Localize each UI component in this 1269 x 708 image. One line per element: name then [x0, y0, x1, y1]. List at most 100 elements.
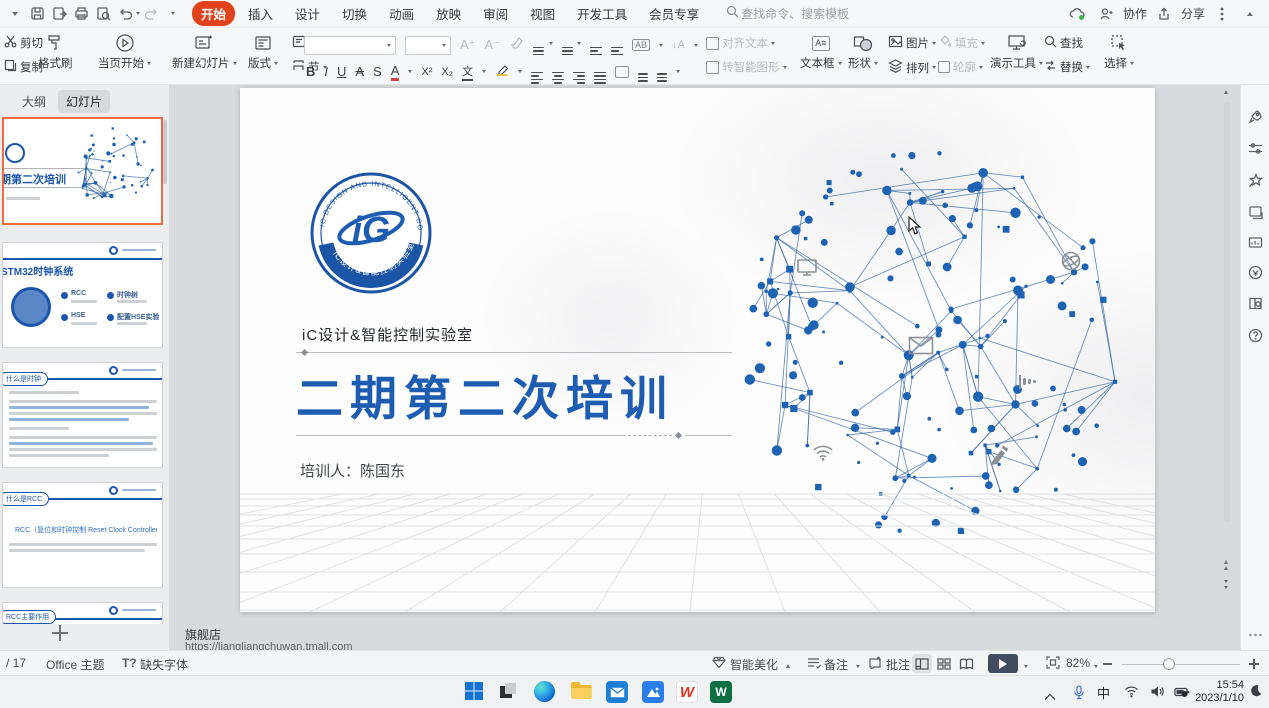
wps-app-icon[interactable]: W — [676, 681, 699, 704]
lab-logo[interactable]: IC DESIGN AND INTELLIGENT CONTROL LAB iC… — [308, 170, 434, 296]
line-spacing-icon[interactable] — [638, 62, 648, 82]
tab-design[interactable]: 设计 — [286, 1, 329, 26]
customize-toolbar-icon[interactable] — [162, 3, 184, 25]
slide-thumbnail-1[interactable]: 期第二次培训 — [2, 117, 163, 225]
clear-format-icon[interactable] — [509, 36, 524, 54]
notes-label[interactable]: 备注 — [824, 656, 848, 673]
command-search[interactable] — [726, 5, 911, 23]
align-right-icon[interactable] — [573, 60, 585, 84]
italic-button[interactable]: I — [324, 64, 328, 79]
subscript-button[interactable]: X₂ — [441, 66, 453, 78]
search-input[interactable] — [739, 6, 899, 22]
resource-card-icon[interactable] — [1248, 235, 1264, 251]
properties-sliders-icon[interactable] — [1248, 141, 1264, 157]
slide-presenter[interactable]: 培训人：陈国东 — [300, 460, 405, 481]
find-button[interactable]: 查找 — [1044, 35, 1083, 51]
phonetic-guide-button[interactable]: 文 — [462, 63, 473, 81]
shop-url[interactable]: https://liangliangchuwan.tmall.com — [185, 641, 485, 650]
night-mode-icon[interactable] — [1249, 684, 1262, 702]
slide-subtitle[interactable]: iC设计&智能控制实验室 — [302, 324, 473, 345]
comment-icon[interactable] — [868, 656, 882, 672]
new-slide-button[interactable]: 新建幻灯片 — [172, 33, 237, 71]
layout-panel-icon[interactable] — [1248, 205, 1264, 221]
strikethrough-button[interactable]: A — [355, 64, 364, 79]
play-from-current-button[interactable]: 当页开始 — [98, 33, 151, 71]
normal-view-button[interactable] — [912, 654, 932, 673]
tab-devtools[interactable]: 开发工具 — [568, 1, 636, 26]
font-family-select[interactable] — [304, 36, 396, 55]
slide-title[interactable]: 二期第二次培训 — [296, 360, 674, 429]
print-icon[interactable] — [70, 3, 92, 25]
zoom-slider-knob[interactable] — [1163, 658, 1175, 670]
tray-clock[interactable]: 15:54 2023/1/10 — [1188, 679, 1244, 705]
tab-slideshow[interactable]: 放映 — [427, 1, 470, 26]
outline-button[interactable]: 轮廓 — [938, 59, 983, 75]
sort-text-icon[interactable]: ↓A — [672, 39, 685, 51]
tab-home[interactable]: 开始 — [192, 1, 235, 26]
align-text-button[interactable]: 对齐文本 — [706, 35, 775, 51]
paragraph-spacing-icon[interactable] — [657, 62, 667, 82]
slide-thumbnail-2[interactable]: STM32时钟系统 RCC HSE 时钟树 配置HSE实验 — [2, 242, 163, 348]
beautify-label[interactable]: 智能美化 — [730, 656, 778, 673]
help-icon[interactable] — [1248, 328, 1264, 344]
slide-1-canvas[interactable]: IC DESIGN AND INTELLIGENT CONTROL LAB iC… — [240, 88, 1155, 612]
play-options-icon[interactable] — [1024, 665, 1028, 668]
theme-indicator[interactable]: Office 主题 — [46, 656, 104, 673]
speaker-icon[interactable] — [1150, 685, 1164, 703]
tray-expand-icon[interactable] — [1044, 688, 1056, 706]
app-blue-mountain-icon[interactable] — [642, 681, 665, 704]
window-menu-icon[interactable] — [4, 3, 26, 25]
select-button[interactable]: 选择 — [1104, 33, 1134, 71]
app-green-icon[interactable]: W — [710, 681, 733, 704]
missing-font-label[interactable]: 缺失字体 — [140, 656, 188, 673]
format-painter-button[interactable]: 格式刷 — [38, 33, 73, 71]
tab-outline[interactable]: 大纲 — [14, 90, 54, 113]
undo-icon[interactable] — [114, 3, 136, 25]
increase-font-icon[interactable]: A⁺ — [460, 37, 476, 53]
tab-member[interactable]: 会员专享 — [640, 1, 708, 26]
text-direction-icon[interactable]: AB — [632, 39, 650, 51]
collaborate-icon[interactable] — [1095, 3, 1117, 25]
slide-thumbnail-4[interactable]: 什么是RCC RCC（复位和时钟控制 Reset Clock Controlle… — [2, 482, 163, 588]
start-button-icon[interactable] — [464, 681, 487, 704]
tab-insert[interactable]: 插入 — [239, 1, 282, 26]
play-slideshow-button[interactable] — [988, 654, 1018, 673]
font-color-button[interactable]: A — [391, 63, 400, 81]
fill-button[interactable]: 填充 — [938, 35, 985, 51]
more-dots-icon[interactable] — [1248, 625, 1264, 641]
zoom-in-button[interactable] — [1249, 659, 1259, 669]
save-icon[interactable] — [26, 3, 48, 25]
tab-view[interactable]: 视图 — [521, 1, 564, 26]
dictionary-search-icon[interactable] — [1248, 296, 1264, 312]
font-size-select[interactable] — [405, 36, 451, 55]
zoom-out-button[interactable] — [1103, 663, 1112, 665]
mail-app-icon[interactable] — [606, 681, 629, 704]
beautify-icon[interactable] — [712, 656, 726, 672]
align-center-icon[interactable] — [552, 60, 564, 84]
notes-icon[interactable] — [806, 656, 821, 672]
cloud-sync-icon[interactable] — [1067, 3, 1089, 25]
increase-indent-icon[interactable] — [611, 35, 623, 55]
distribute-icon[interactable] — [615, 66, 629, 78]
magic-star-icon[interactable] — [1248, 173, 1264, 189]
task-view-icon[interactable] — [498, 681, 521, 704]
rocket-optimize-icon[interactable] — [1248, 109, 1264, 125]
shadow-button[interactable]: S — [373, 64, 382, 79]
zoom-level[interactable]: 82% — [1066, 656, 1090, 670]
align-left-icon[interactable] — [531, 60, 543, 84]
presentation-tools-button[interactable]: 演示工具 — [990, 33, 1043, 71]
wifi-tray-icon[interactable] — [1124, 685, 1139, 703]
decrease-font-icon[interactable]: A⁻ — [485, 37, 501, 53]
decrease-indent-icon[interactable] — [590, 35, 602, 55]
highlight-button[interactable] — [495, 63, 509, 81]
tab-animation[interactable]: 动画 — [380, 1, 423, 26]
output-icon[interactable] — [48, 3, 70, 25]
add-slide-button[interactable] — [52, 625, 68, 641]
coin-icon[interactable] — [1248, 265, 1264, 281]
convert-smart-graphic-button[interactable]: 转智能图形 — [706, 59, 787, 75]
layout-button[interactable]: 版式 — [248, 33, 278, 71]
ime-indicator[interactable]: 中 — [1097, 683, 1110, 702]
comment-label[interactable]: 批注 — [886, 656, 910, 673]
justify-icon[interactable] — [594, 60, 606, 84]
print-preview-icon[interactable] — [92, 3, 114, 25]
